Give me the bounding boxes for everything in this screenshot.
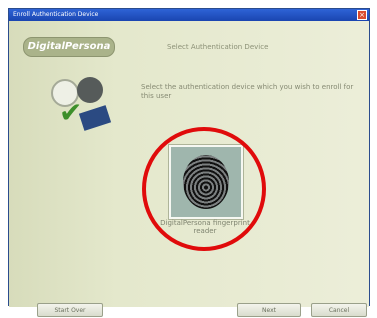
brand-logo: DigitalPersona	[23, 37, 115, 57]
window-titlebar: Enroll Authentication Device ×	[9, 9, 369, 21]
close-icon: ×	[359, 11, 365, 19]
instruction-text: Select the authentication device which y…	[141, 83, 354, 100]
cancel-button[interactable]: Cancel	[311, 303, 367, 317]
smartcard-icon	[78, 105, 112, 131]
window-title: Enroll Authentication Device	[13, 11, 99, 18]
start-over-button[interactable]: Start Over	[37, 303, 103, 317]
close-button[interactable]: ×	[357, 10, 367, 20]
security-icons: ✔	[47, 75, 117, 139]
dialog-content: DigitalPersona Select Authentication Dev…	[9, 21, 369, 307]
checkmark-icon: ✔	[59, 96, 83, 129]
next-button[interactable]: Next	[237, 303, 301, 317]
enroll-window: Enroll Authentication Device × DigitalPe…	[8, 8, 370, 317]
highlight-circle	[142, 127, 266, 251]
page-title: Select Authentication Device	[167, 43, 269, 51]
